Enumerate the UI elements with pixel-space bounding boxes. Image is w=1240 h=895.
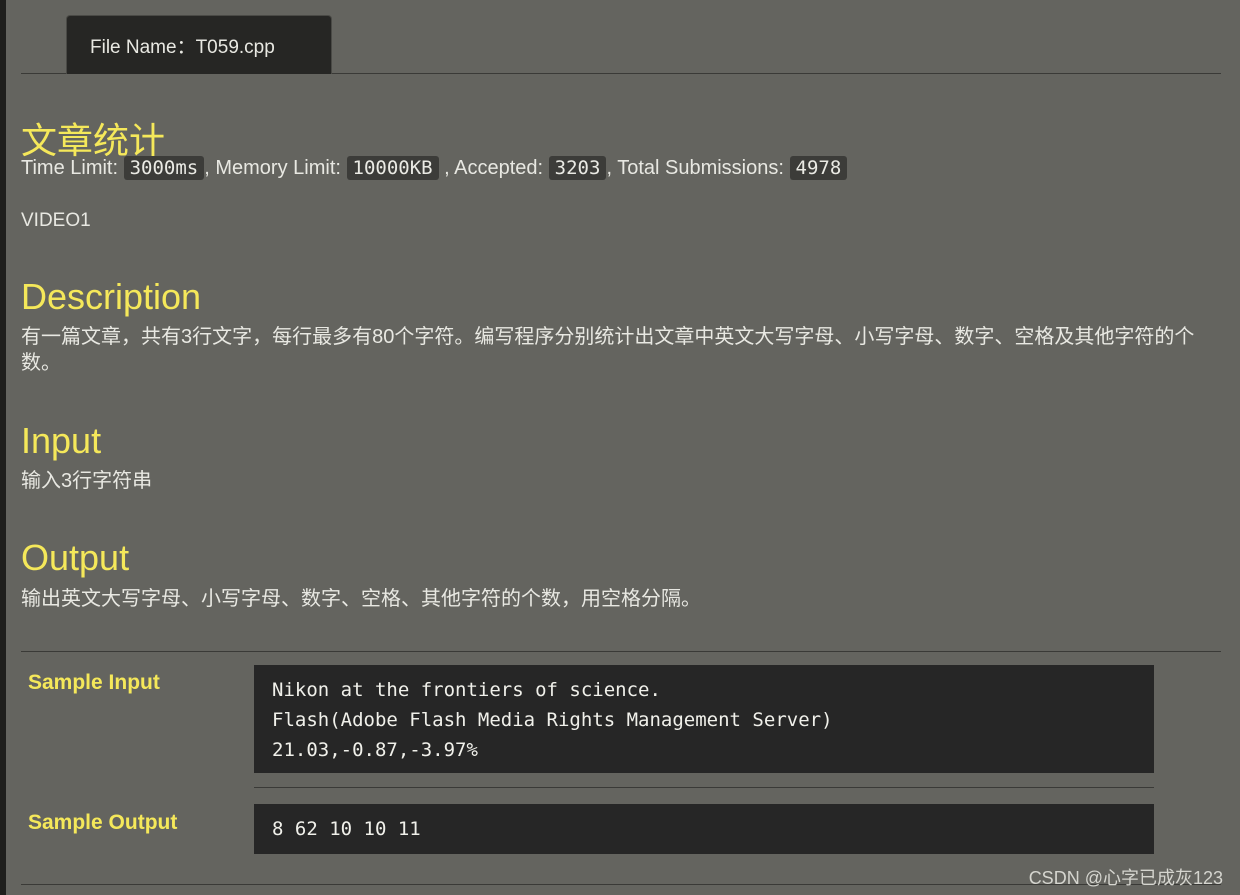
tab-file-name[interactable]: File Name：T059.cpp	[66, 15, 332, 74]
description-heading: Description	[21, 276, 202, 317]
left-rail	[0, 0, 6, 895]
output-text: 输出英文大写字母、小写字母、数字、空格、其他字符的个数，用空格分隔。	[21, 588, 701, 610]
sample-input-line: Nikon at the frontiers of science.	[272, 679, 661, 701]
watermark: CSDN @心字已成灰123	[1028, 868, 1223, 888]
sample-output-line: 8 62 10 10 11	[272, 818, 421, 840]
sample-input-label: Sample Input	[28, 671, 160, 694]
sample-output-box[interactable]: 8 62 10 10 11	[254, 804, 1154, 854]
sample-divider	[254, 787, 1154, 788]
memory-limit-label: , Memory Limit:	[204, 157, 341, 179]
description-text: 有一篇文章，共有3行文字，每行最多有80个字符。编写程序分别统计出文章中英文大写…	[21, 326, 1195, 374]
output-heading: Output	[21, 537, 130, 578]
problem-stats: Time Limit: 3000ms, Memory Limit: 10000K…	[21, 156, 848, 180]
sample-input-line: 21.03,-0.87,-3.97%	[272, 739, 478, 761]
accepted-label: , Accepted:	[444, 157, 544, 179]
sample-input-line: Flash(Adobe Flash Media Rights Managemen…	[272, 709, 833, 731]
accepted-value: 3203	[548, 156, 607, 180]
tab-bar: File Name：T059.cpp	[21, 0, 1221, 74]
total-submissions-value: 4978	[789, 156, 848, 180]
memory-limit-value: 10000KB	[346, 156, 439, 180]
input-heading: Input	[21, 420, 102, 461]
total-submissions-label: , Total Submissions:	[606, 157, 784, 179]
time-limit-value: 3000ms	[123, 156, 205, 180]
input-text: 输入3行字符串	[21, 470, 153, 492]
sample-input-box[interactable]: Nikon at the frontiers of science. Flash…	[254, 665, 1154, 773]
problem-source: VIDEO1	[21, 210, 91, 231]
section-divider	[21, 651, 1221, 652]
time-limit-label: Time Limit:	[21, 157, 119, 179]
sample-output-label: Sample Output	[28, 811, 178, 834]
